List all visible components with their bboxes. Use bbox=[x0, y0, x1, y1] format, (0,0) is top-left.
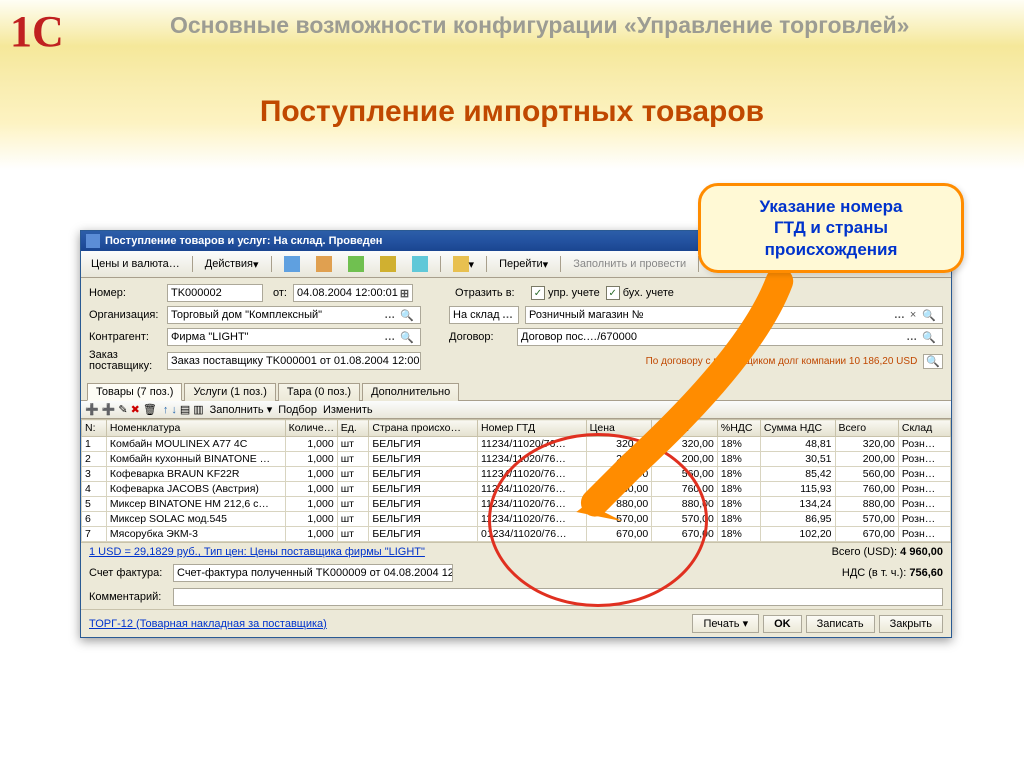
window-icon bbox=[86, 234, 100, 248]
table-row[interactable]: 1Комбайн MOULINEX A77 4C1,000штБЕЛЬГИЯ11… bbox=[82, 437, 951, 452]
invoice-field[interactable]: Счет-фактура полученный TK000009 от 04.0… bbox=[173, 564, 453, 582]
app-window: Поступление товаров и услуг: На склад. П… bbox=[80, 230, 952, 638]
ok-button[interactable]: OK bbox=[763, 615, 802, 633]
paste-icon[interactable] bbox=[278, 254, 306, 274]
order-field[interactable]: Заказ поставщику TK000001 от 01.08.2004 … bbox=[167, 352, 421, 370]
tab-additional[interactable]: Дополнительно bbox=[362, 383, 459, 401]
page-title: Поступление импортных товаров bbox=[0, 95, 1024, 129]
warehouse-mode-field[interactable]: На склад… bbox=[449, 306, 519, 324]
debt-drilldown[interactable]: 🔍 bbox=[923, 354, 943, 369]
from-label: от: bbox=[273, 287, 287, 299]
table-header: N:НоменклатураКоличе…Ед. Страна происхо…… bbox=[82, 420, 951, 437]
org-label: Организация: bbox=[89, 309, 161, 321]
prices-button[interactable]: Цены и валюта… bbox=[85, 256, 186, 272]
move-down-icon[interactable]: ↓ bbox=[171, 404, 177, 416]
clear-icon[interactable]: 🗑 bbox=[143, 403, 157, 416]
delete-row-icon[interactable]: ✖ bbox=[131, 403, 140, 416]
tab-goods[interactable]: Товары (7 поз.) bbox=[87, 383, 182, 401]
edit-row-icon[interactable]: ✎ bbox=[118, 403, 127, 416]
table-row[interactable]: 4Кофеварка JACOBS (Австрия)1,000штБЕЛЬГИ… bbox=[82, 482, 951, 497]
date-picker-icon[interactable]: ⊞ bbox=[398, 287, 411, 300]
copy-row-icon[interactable]: ➕ bbox=[102, 403, 116, 416]
goods-table[interactable]: N:НоменклатураКоличе…Ед. Страна происхо…… bbox=[81, 419, 951, 542]
callout-arrow bbox=[529, 272, 799, 512]
print-button[interactable]: Печать ▾ bbox=[692, 614, 759, 633]
table-row[interactable]: 5Миксер BINATONE HM 212,6 с…1,000штБЕЛЬГ… bbox=[82, 497, 951, 512]
table-toolbar: ➕ ➕ ✎ ✖ 🗑 ↑ ↓ ▤ ▥ Заполнить ▾ Подбор Изм… bbox=[81, 401, 951, 419]
counterparty-field[interactable]: Фирма "LIGHT"…🔍 bbox=[167, 328, 421, 346]
change-button[interactable]: Изменить bbox=[323, 404, 373, 416]
rate-note[interactable]: 1 USD = 29,1829 руб., Тип цен: Цены пост… bbox=[89, 546, 425, 558]
date-field[interactable]: 04.08.2004 12:00:01⊞ bbox=[293, 284, 413, 302]
table-row[interactable]: 2Комбайн кухонный BINATONE …1,000штБЕЛЬГ… bbox=[82, 452, 951, 467]
tree-icon[interactable] bbox=[342, 254, 370, 274]
org-field[interactable]: Торговый дом "Комплексный"…🔍 bbox=[167, 306, 421, 324]
page-header: Основные возможности конфигурации «Управ… bbox=[170, 12, 1004, 39]
invoice-label: Счет фактура: bbox=[89, 567, 167, 579]
tab-tare[interactable]: Тара (0 поз.) bbox=[278, 383, 360, 401]
table-row[interactable]: 3Кофеварка BRAUN KF22R1,000штБЕЛЬГИЯ1123… bbox=[82, 467, 951, 482]
move-up-icon[interactable]: ↑ bbox=[163, 404, 169, 416]
close-button[interactable]: Закрыть bbox=[879, 615, 943, 633]
contract-label: Договор: bbox=[449, 331, 511, 343]
selection-button[interactable]: Подбор bbox=[278, 404, 317, 416]
sort-asc-icon[interactable]: ▤ bbox=[180, 403, 190, 416]
actions-dropdown[interactable]: Действия ▾ bbox=[199, 256, 265, 273]
number-label: Номер: bbox=[89, 287, 161, 299]
callout: Указание номера ГТД и страны происхожден… bbox=[698, 183, 964, 273]
fill-and-post-button[interactable]: Заполнить и провести bbox=[567, 256, 692, 272]
number-field[interactable]: TK000002 bbox=[167, 284, 263, 302]
table-row[interactable]: 7Мясорубка ЭКМ-31,000штБЕЛЬГИЯ01234/1102… bbox=[82, 527, 951, 542]
tabs: Товары (7 поз.) Услуги (1 поз.) Тара (0 … bbox=[81, 380, 951, 401]
table-row[interactable]: 6Миксер SOLAC мод.5451,000штБЕЛЬГИЯ11234… bbox=[82, 512, 951, 527]
doc-icon[interactable]: ▾ bbox=[447, 254, 481, 274]
order-label: Заказпоставщику: bbox=[89, 350, 161, 372]
tab-services[interactable]: Услуги (1 поз.) bbox=[184, 383, 275, 401]
copy-icon[interactable] bbox=[310, 254, 338, 274]
counterparty-label: Контрагент: bbox=[89, 331, 161, 343]
add-row-icon[interactable]: ➕ bbox=[85, 403, 99, 416]
goto-dropdown[interactable]: Перейти ▾ bbox=[493, 256, 554, 273]
save-button[interactable]: Записать bbox=[806, 615, 875, 633]
sort-desc-icon[interactable]: ▥ bbox=[193, 403, 203, 416]
torg12-link[interactable]: ТОРГ-12 (Товарная накладная за поставщик… bbox=[89, 618, 327, 630]
window-title: Поступление товаров и услуг: На склад. П… bbox=[105, 235, 382, 247]
comment-label: Комментарий: bbox=[89, 591, 167, 603]
reflect-label: Отразить в: bbox=[455, 287, 525, 299]
fill-dropdown[interactable]: Заполнить ▾ bbox=[210, 403, 273, 416]
user-icon[interactable] bbox=[374, 254, 402, 274]
logo: 1С bbox=[10, 6, 66, 62]
report-icon[interactable] bbox=[406, 254, 434, 274]
comment-field[interactable] bbox=[173, 588, 943, 606]
